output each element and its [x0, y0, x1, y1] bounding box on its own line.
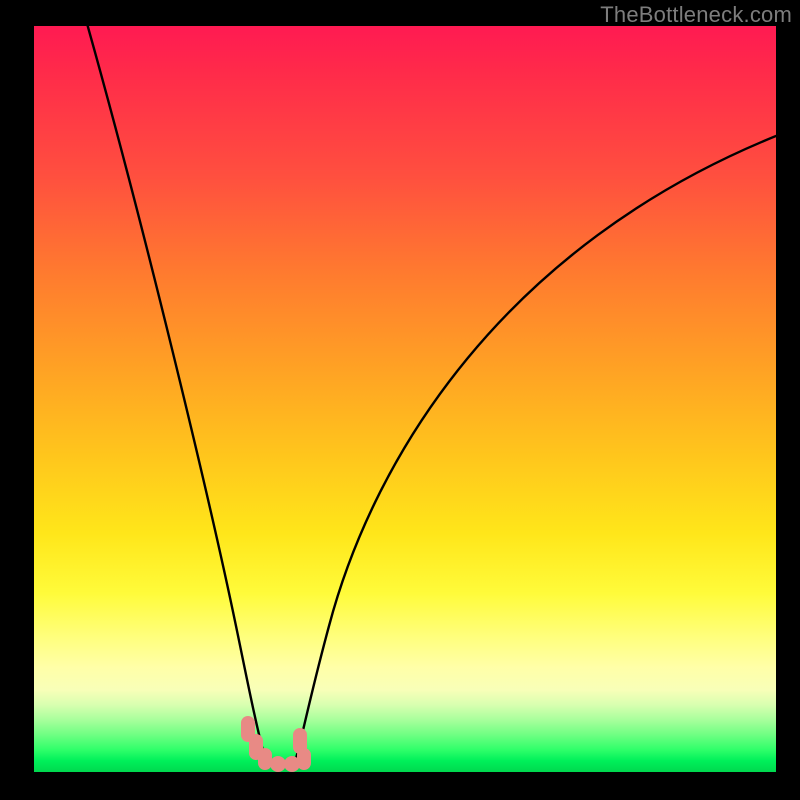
- marker-group: [241, 716, 311, 772]
- watermark-text: TheBottleneck.com: [600, 2, 792, 28]
- marker-dot: [297, 748, 311, 770]
- plot-area: [34, 26, 776, 772]
- marker-dot: [258, 748, 272, 770]
- chart-frame: TheBottleneck.com: [0, 0, 800, 800]
- marker-dot: [270, 756, 286, 772]
- marker-cluster: [34, 26, 776, 772]
